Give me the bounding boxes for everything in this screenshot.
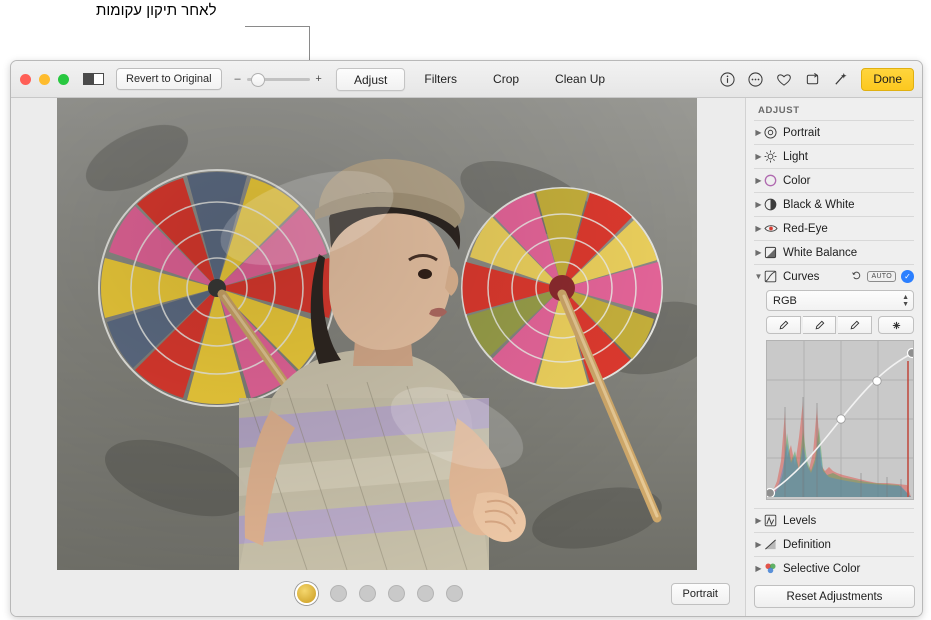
chevron-right-icon[interactable]: ▶ xyxy=(754,176,763,185)
chevron-right-icon[interactable]: ▶ xyxy=(754,128,763,137)
color-icon xyxy=(763,173,778,188)
favorite-heart-icon[interactable] xyxy=(776,72,792,87)
sidebar-item-label: Curves xyxy=(783,270,820,283)
portrait-icon xyxy=(763,125,778,140)
portrait-badge[interactable]: Portrait xyxy=(670,583,730,605)
chevron-updown-icon: ▲ ▼ xyxy=(902,293,909,308)
split-view-left-half xyxy=(83,73,94,85)
red-eye-icon xyxy=(763,221,778,236)
zoom-slider-track[interactable] xyxy=(246,72,310,87)
eyedropper-white-icon[interactable] xyxy=(838,316,873,334)
curves-header-controls: AUTO ✓ xyxy=(851,270,914,284)
chevron-right-icon[interactable]: ▶ xyxy=(754,516,763,525)
white-balance-icon xyxy=(763,245,778,260)
split-view-icon[interactable] xyxy=(83,73,104,85)
photo-canvas-area: Portrait xyxy=(11,98,745,616)
sidebar-item-label: Color xyxy=(783,174,811,187)
add-point-icon[interactable] xyxy=(878,316,915,334)
sidebar-item-label: Definition xyxy=(783,538,831,551)
filmstrip-thumb-5[interactable] xyxy=(416,584,434,602)
info-icon[interactable] xyxy=(720,71,735,87)
curves-channel-value: RGB xyxy=(773,294,797,307)
callout-leader-horizontal xyxy=(245,26,310,27)
sidebar-item-black-and-white[interactable]: ▶ Black & White xyxy=(746,193,922,216)
sidebar-item-light[interactable]: ▶ Light xyxy=(746,145,922,168)
window-toolbar: Revert to Original – + Adjust Filters Cr… xyxy=(11,61,922,98)
eyedropper-black-icon[interactable] xyxy=(766,316,801,334)
zoom-slider[interactable]: – + xyxy=(234,72,323,87)
selective-color-icon xyxy=(763,561,778,576)
curves-editor[interactable] xyxy=(766,340,914,500)
filmstrip-thumb-selected[interactable] xyxy=(294,581,318,605)
chevron-right-icon[interactable]: ▶ xyxy=(754,564,763,573)
rotate-icon[interactable] xyxy=(805,72,820,87)
done-button[interactable]: Done xyxy=(861,67,914,91)
split-view-right-half xyxy=(94,73,104,85)
screenshot-root: לאחר תיקון עקומות Revert to Original – + xyxy=(0,0,931,620)
chevron-right-icon[interactable]: ▶ xyxy=(754,200,763,209)
chevron-right-icon[interactable]: ▶ xyxy=(754,248,763,257)
filmstrip-thumb-4[interactable] xyxy=(387,584,405,602)
toolbar-right-group: Done xyxy=(720,61,914,97)
black-white-icon xyxy=(763,197,778,212)
sidebar-item-selective-color[interactable]: ▶ Selective Color xyxy=(746,557,922,580)
zoom-in-icon[interactable]: + xyxy=(315,73,323,85)
zoom-slider-knob[interactable] xyxy=(250,72,265,87)
tab-clean-up[interactable]: Clean Up xyxy=(538,68,622,89)
tab-adjust[interactable]: Adjust xyxy=(336,68,406,91)
sidebar-item-levels[interactable]: ▶ Levels xyxy=(746,509,922,532)
chevron-right-icon[interactable]: ▶ xyxy=(754,152,763,161)
filmstrip-thumb-6[interactable] xyxy=(445,584,463,602)
chevron-right-icon[interactable]: ▶ xyxy=(754,224,763,233)
sidebar-item-label: Levels xyxy=(783,514,817,527)
more-options-icon[interactable] xyxy=(748,71,763,87)
window-controls[interactable] xyxy=(20,73,69,85)
sidebar-item-label: Red-Eye xyxy=(783,222,828,235)
levels-icon xyxy=(763,513,778,528)
sidebar-item-curves[interactable]: ▼ Curves AUTO ✓ xyxy=(746,265,922,288)
photo-filmstrip[interactable]: Portrait xyxy=(11,570,746,616)
sidebar-item-label: White Balance xyxy=(783,246,858,259)
filmstrip-thumb-2[interactable] xyxy=(329,584,347,602)
photo-artwork xyxy=(57,98,697,570)
minimize-window-button[interactable] xyxy=(39,73,50,85)
curves-enabled-checkbox[interactable]: ✓ xyxy=(901,270,914,283)
photos-editor-window: Revert to Original – + Adjust Filters Cr… xyxy=(10,60,923,617)
window-body: Portrait ADJUST ▶ Portrait ▶ Light ▶ Col… xyxy=(11,98,922,616)
tab-filters[interactable]: Filters xyxy=(407,68,474,89)
sidebar-item-definition[interactable]: ▶ Definition xyxy=(746,533,922,556)
close-window-button[interactable] xyxy=(20,73,31,85)
sidebar-item-red-eye[interactable]: ▶ Red-Eye xyxy=(746,217,922,240)
reset-adjustments-button[interactable]: Reset Adjustments xyxy=(754,585,915,608)
sidebar-item-portrait[interactable]: ▶ Portrait xyxy=(746,121,922,144)
sidebar-item-label: Selective Color xyxy=(783,562,861,575)
sidebar-item-color[interactable]: ▶ Color xyxy=(746,169,922,192)
sidebar-title: ADJUST xyxy=(758,105,800,116)
callout-label: לאחר תיקון עקומות xyxy=(96,2,217,19)
adjust-sidebar: ADJUST ▶ Portrait ▶ Light ▶ Color ▶ Blac… xyxy=(745,98,922,616)
revert-to-original-button[interactable]: Revert to Original xyxy=(116,68,222,90)
eyedropper-gray-icon[interactable] xyxy=(802,316,837,334)
chevron-right-icon[interactable]: ▶ xyxy=(754,540,763,549)
tab-crop[interactable]: Crop xyxy=(476,68,536,89)
zoom-out-icon[interactable]: – xyxy=(234,73,242,85)
sidebar-item-label: Portrait xyxy=(783,126,821,139)
curves-channel-select[interactable]: RGB ▲ ▼ xyxy=(766,290,914,311)
sidebar-item-label: Light xyxy=(783,150,808,163)
curves-tool-row[interactable] xyxy=(766,316,915,334)
edited-photo[interactable] xyxy=(57,98,697,570)
auto-button[interactable]: AUTO xyxy=(867,271,896,282)
filmstrip-thumb-3[interactable] xyxy=(358,584,376,602)
curves-graph[interactable] xyxy=(767,341,914,499)
reset-arrow-icon[interactable] xyxy=(851,270,862,284)
maximize-window-button[interactable] xyxy=(58,73,69,85)
sidebar-item-label: Black & White xyxy=(783,198,855,211)
sidebar-item-white-balance[interactable]: ▶ White Balance xyxy=(746,241,922,264)
light-icon xyxy=(763,149,778,164)
enhance-wand-icon[interactable] xyxy=(833,72,848,87)
definition-icon xyxy=(763,537,778,552)
chevron-down-icon[interactable]: ▼ xyxy=(754,272,763,281)
curves-icon xyxy=(763,269,778,284)
editor-mode-tabs[interactable]: Adjust Filters Crop Clean Up xyxy=(336,68,622,91)
